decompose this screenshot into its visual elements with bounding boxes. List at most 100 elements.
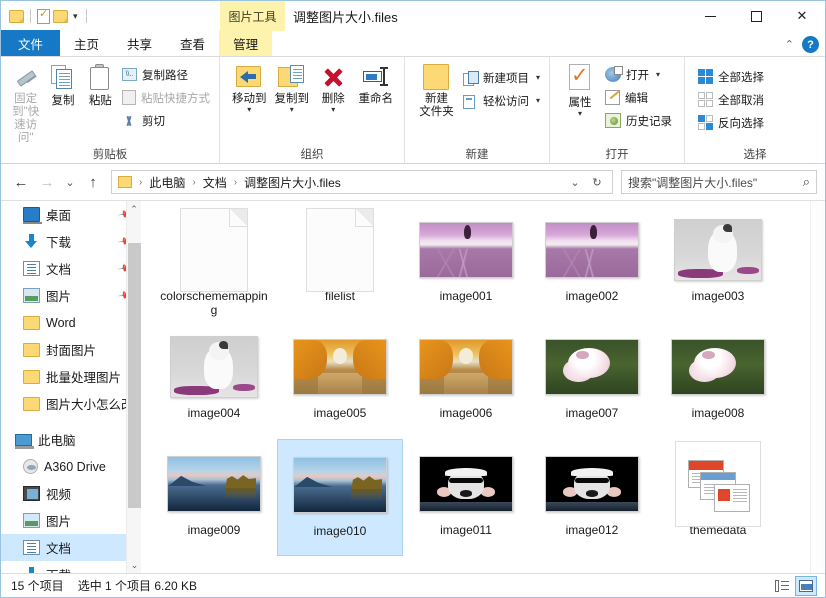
properties-icon[interactable] [37,9,50,24]
sidebar-item-documents-pc[interactable]: 文档 [1,534,141,561]
collapse-ribbon-icon[interactable]: ⌃ [785,38,794,51]
search-box[interactable]: 搜索"调整图片大小.files" ⌕ [621,170,817,194]
file-item[interactable]: image011 [403,439,529,556]
sidebar-item-this-pc[interactable]: 此电脑 [1,426,141,453]
properties-button[interactable]: ✓ 属性 ▾ [558,61,602,117]
new-item-button[interactable]: 新建项目 ▾ [460,67,543,88]
chevron-down-icon[interactable]: ▾ [578,110,582,117]
history-button[interactable]: 历史记录 [602,110,675,131]
pin-to-quick-access-button[interactable]: 固定到"快 速访问" [7,61,44,145]
rename-button[interactable]: 重命名 [354,61,398,106]
chevron-down-icon[interactable]: ▾ [290,106,294,113]
details-view-button[interactable] [771,576,793,596]
file-item[interactable]: image006 [403,322,529,439]
chevron-down-icon[interactable]: ▾ [536,96,540,105]
edit-button[interactable]: 编辑 [602,87,675,108]
open-icon [605,67,621,82]
downloads-icon [23,234,40,249]
file-item[interactable]: image001 [403,205,529,322]
copy-button[interactable]: 复制 [44,61,81,108]
sidebar-scrollbar[interactable]: ⌃ ⌄ [126,201,141,573]
minimize-button[interactable] [687,1,733,31]
photo-thumbnail [419,222,513,278]
forward-button[interactable]: → [35,170,59,194]
file-item[interactable]: colorschememapping [151,205,277,322]
file-item[interactable]: image003 [655,205,781,322]
breadcrumb[interactable]: › 此电脑 › 文档 › 调整图片大小.files ⌄ ↻ [111,170,613,194]
breadcrumb-item-this-pc[interactable]: 此电脑 [146,174,188,191]
close-button[interactable]: ✕ [779,1,825,31]
large-icons-view-button[interactable] [795,576,817,596]
sidebar-item-downloads-pc[interactable]: 下载 [1,561,141,573]
file-item[interactable]: image002 [529,205,655,322]
maximize-button[interactable] [733,1,779,31]
sidebar-item-resize-images[interactable]: 图片大小怎么改 [1,390,141,417]
tab-home[interactable]: 主页 [60,30,113,56]
file-item[interactable]: image005 [277,322,403,439]
tab-manage[interactable]: 管理 [219,30,272,56]
sidebar-item-batch-images[interactable]: 批量处理图片 [1,363,141,390]
chevron-down-icon[interactable]: ▾ [656,70,660,79]
sidebar-item-label: 文档 [46,538,71,557]
move-to-button[interactable]: 移动到 ▾ [228,61,271,113]
help-icon[interactable]: ? [802,36,819,53]
cut-button[interactable]: 剪切 [119,110,213,131]
scrollbar-thumb[interactable] [128,243,141,508]
invert-selection-button[interactable]: 反向选择 [695,112,767,133]
photo-thumbnail [545,339,639,395]
tab-file[interactable]: 文件 [1,30,60,56]
file-item[interactable]: image012 [529,439,655,556]
back-button[interactable]: ← [9,170,33,194]
select-none-label: 全部取消 [718,92,764,108]
up-button[interactable]: ↑ [81,170,105,194]
file-list-pane[interactable]: colorschememapping filelist image001 ima… [141,201,825,573]
new-folder-icon[interactable] [53,10,68,23]
tab-view[interactable]: 查看 [166,30,219,56]
easy-access-button[interactable]: 轻松访问 ▾ [460,90,543,111]
search-input[interactable]: 搜索"调整图片大小.files" [628,174,803,191]
sidebar-item-desktop[interactable]: 桌面 📌 [1,201,141,228]
paste-shortcut-button[interactable]: 粘贴快捷方式 [119,87,213,108]
pin-label-line2: 速访问" [14,119,37,144]
tab-share[interactable]: 共享 [113,30,166,56]
breadcrumb-item-current[interactable]: 调整图片大小.files [241,174,344,191]
address-dropdown-icon[interactable]: ⌄ [566,170,584,194]
chevron-down-icon[interactable]: ▾ [536,73,540,82]
window-controls: ✕ [687,1,825,31]
file-item[interactable]: image007 [529,322,655,439]
file-item[interactable]: image009 [151,439,277,556]
open-button[interactable]: 打开 ▾ [602,64,675,85]
recent-locations-button[interactable]: ⌄ [61,170,79,194]
file-item[interactable]: themedata [655,439,781,556]
delete-button[interactable]: 删除 ▾ [313,61,354,113]
new-folder-button[interactable]: 新建 文件夹 [413,61,460,119]
file-pane-scrollbar[interactable] [810,201,825,573]
copy-to-button[interactable]: 复制到 ▾ [271,61,314,113]
file-item-selected[interactable]: image010 [277,439,403,556]
copy-path-button[interactable]: \\.. 复制路径 [119,64,213,85]
file-item[interactable]: image008 [655,322,781,439]
file-item[interactable]: image004 [151,322,277,439]
breadcrumb-item-documents[interactable]: 文档 [200,174,230,191]
search-icon[interactable]: ⌕ [803,174,810,190]
scroll-down-icon[interactable]: ⌄ [127,557,141,573]
chevron-down-icon[interactable]: ▾ [71,11,80,22]
sidebar-item-downloads[interactable]: 下载 📌 [1,228,141,255]
chevron-down-icon[interactable]: ▾ [247,106,251,113]
sidebar-item-pictures[interactable]: 图片 📌 [1,282,141,309]
folder-icon[interactable] [9,10,24,23]
select-all-button[interactable]: 全部选择 [695,66,767,87]
file-item[interactable]: filelist [277,205,403,322]
sidebar-item-videos[interactable]: 视频 [1,480,141,507]
status-bar: 15 个项目 选中 1 个项目 6.20 KB [1,573,825,597]
sidebar-item-cover-images[interactable]: 封面图片 [1,336,141,363]
paste-button[interactable]: 粘贴 [82,61,119,108]
chevron-down-icon[interactable]: ▾ [331,106,335,113]
sidebar-item-a360-drive[interactable]: A360 Drive [1,453,141,480]
select-none-button[interactable]: 全部取消 [695,89,767,110]
sidebar-item-documents[interactable]: 文档 📌 [1,255,141,282]
scroll-up-icon[interactable]: ⌃ [127,201,141,217]
sidebar-item-pictures-pc[interactable]: 图片 [1,507,141,534]
refresh-icon[interactable]: ↻ [588,170,606,194]
sidebar-item-word[interactable]: Word [1,309,141,336]
